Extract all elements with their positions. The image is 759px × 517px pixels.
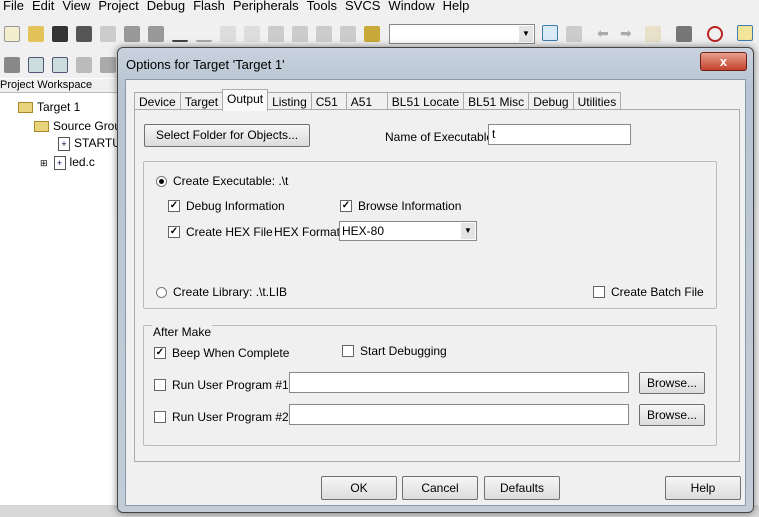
debug-information-checkbox[interactable]: ✓ Debug Information	[168, 199, 285, 213]
binoculars-icon[interactable]	[542, 25, 558, 41]
tab-bar: Device Target Output Listing C51 A51 BL5…	[134, 89, 622, 111]
bookmark-icon[interactable]	[268, 26, 284, 42]
beep-when-complete-checkbox[interactable]: ✓ Beep When Complete	[154, 346, 289, 360]
options-dialog: Options for Target 'Target 1' x Device T…	[117, 47, 754, 513]
menu-tools[interactable]: Tools	[304, 0, 342, 14]
save-icon[interactable]	[52, 26, 68, 42]
hex-format-select[interactable]: HEX-80 ▼	[339, 221, 477, 241]
load-icon[interactable]	[100, 57, 116, 73]
folder-icon	[34, 121, 49, 133]
rebuild-icon[interactable]	[52, 57, 68, 73]
menu-help[interactable]: Help	[440, 0, 475, 14]
browse-information-checkbox[interactable]: ✓ Browse Information	[340, 199, 461, 213]
bookmark-clear-icon[interactable]	[340, 26, 356, 42]
workspace-toggle-icon[interactable]	[737, 25, 753, 41]
chevron-down-icon[interactable]: ▼	[519, 26, 533, 42]
menu-debug[interactable]: Debug	[144, 0, 190, 14]
checkmark-icon: ✓	[154, 347, 166, 359]
copy-icon[interactable]	[124, 26, 140, 42]
start-debugging-checkbox[interactable]: Start Debugging	[342, 344, 447, 358]
translate-icon[interactable]	[4, 57, 20, 73]
unindent-icon[interactable]	[244, 26, 260, 42]
dialog-title: Options for Target 'Target 1'	[126, 57, 285, 72]
debug-zoom-icon[interactable]	[707, 26, 723, 42]
file-icon: +	[58, 136, 70, 151]
bookmark-prev-icon[interactable]	[292, 26, 308, 42]
toolbar-main: ▼ ⬅ ➡	[0, 22, 759, 46]
cut-icon[interactable]	[100, 26, 116, 42]
tree-item-target[interactable]: Target 1	[18, 100, 80, 114]
menu-file[interactable]: File	[0, 0, 29, 14]
menu-edit[interactable]: Edit	[29, 0, 59, 14]
find-in-files-icon[interactable]	[364, 26, 380, 42]
back-arrow-icon[interactable]: ⬅	[597, 25, 609, 42]
tree-item-led[interactable]: ⊞ + led.c	[40, 155, 95, 170]
find-next-icon[interactable]	[566, 26, 582, 42]
run-user-program-1-checkbox[interactable]: Run User Program #1:	[154, 378, 292, 392]
defaults-button[interactable]: Defaults	[484, 476, 560, 500]
checkmark-icon: ✓	[340, 200, 352, 212]
name-of-executable-label: Name of Executable:	[385, 130, 497, 144]
redo-icon[interactable]	[196, 26, 212, 42]
find-combo[interactable]: ▼	[389, 24, 535, 44]
tab-output[interactable]: Output	[222, 89, 269, 111]
radio-unselected	[156, 286, 167, 298]
folder-icon	[18, 102, 33, 114]
run-user-program-1-input[interactable]	[289, 372, 629, 393]
menu-project[interactable]: Project	[95, 0, 143, 14]
radio-selected	[156, 175, 167, 187]
create-executable-radio[interactable]: Create Executable: .\t	[156, 174, 288, 188]
create-library-radio[interactable]: Create Library: .\t.LIB	[156, 285, 287, 299]
dialog-body: Device Target Output Listing C51 A51 BL5…	[125, 79, 746, 506]
checkmark-icon: ✓	[168, 226, 180, 238]
workspace-header: Project Workspace	[0, 79, 118, 93]
stop-build-icon[interactable]	[76, 57, 92, 73]
browse-button-1[interactable]: Browse...	[639, 372, 705, 394]
print-icon[interactable]	[676, 26, 692, 42]
create-batch-file-checkbox[interactable]: Create Batch File	[593, 285, 704, 299]
checkmark-icon: ✓	[168, 200, 180, 212]
close-button[interactable]: x	[700, 52, 747, 71]
file-icon: +	[53, 155, 66, 170]
menu-flash[interactable]: Flash	[190, 0, 230, 14]
bookmark-book-icon[interactable]	[645, 26, 661, 42]
checkbox-empty	[342, 345, 354, 357]
chevron-down-icon[interactable]: ▼	[461, 223, 475, 239]
after-make-label: After Make	[152, 325, 213, 339]
help-button[interactable]: Help	[665, 476, 741, 500]
after-make-group: After Make ✓ Beep When Complete Start Deb…	[143, 325, 717, 446]
open-folder-icon[interactable]	[28, 26, 44, 42]
expand-icon[interactable]: ⊞	[40, 158, 48, 168]
output-group: Create Executable: .\t ✓ Debug Informatio…	[143, 161, 717, 309]
browse-button-2[interactable]: Browse...	[639, 404, 705, 426]
select-folder-button[interactable]: Select Folder for Objects...	[144, 124, 310, 147]
menu-svcs[interactable]: SVCS	[342, 0, 385, 14]
output-panel: Select Folder for Objects... Name of Exe…	[134, 109, 740, 462]
ok-button[interactable]: OK	[321, 476, 397, 500]
menu-window[interactable]: Window	[385, 0, 439, 14]
run-user-program-2-checkbox[interactable]: Run User Program #2:	[154, 410, 292, 424]
menu-view[interactable]: View	[59, 0, 95, 14]
bookmark-next-icon[interactable]	[316, 26, 332, 42]
cancel-button[interactable]: Cancel	[402, 476, 478, 500]
name-of-executable-input[interactable]: t	[488, 124, 631, 145]
undo-icon[interactable]	[172, 26, 188, 42]
indent-icon[interactable]	[220, 26, 236, 42]
forward-arrow-icon[interactable]: ➡	[620, 25, 632, 42]
hex-format-label: HEX Format:	[274, 225, 344, 239]
menu-bar: File Edit View Project Debug Flash Perip…	[0, 0, 759, 14]
create-hex-checkbox[interactable]: ✓ Create HEX File	[168, 225, 273, 239]
save-all-icon[interactable]	[76, 26, 92, 42]
checkbox-empty	[154, 411, 166, 423]
run-user-program-2-input[interactable]	[289, 404, 629, 425]
checkbox-empty	[154, 379, 166, 391]
paste-icon[interactable]	[148, 26, 164, 42]
new-file-icon[interactable]	[4, 26, 20, 42]
checkbox-empty	[593, 286, 605, 298]
build-icon[interactable]	[28, 57, 44, 73]
menu-peripherals[interactable]: Peripherals	[230, 0, 304, 14]
